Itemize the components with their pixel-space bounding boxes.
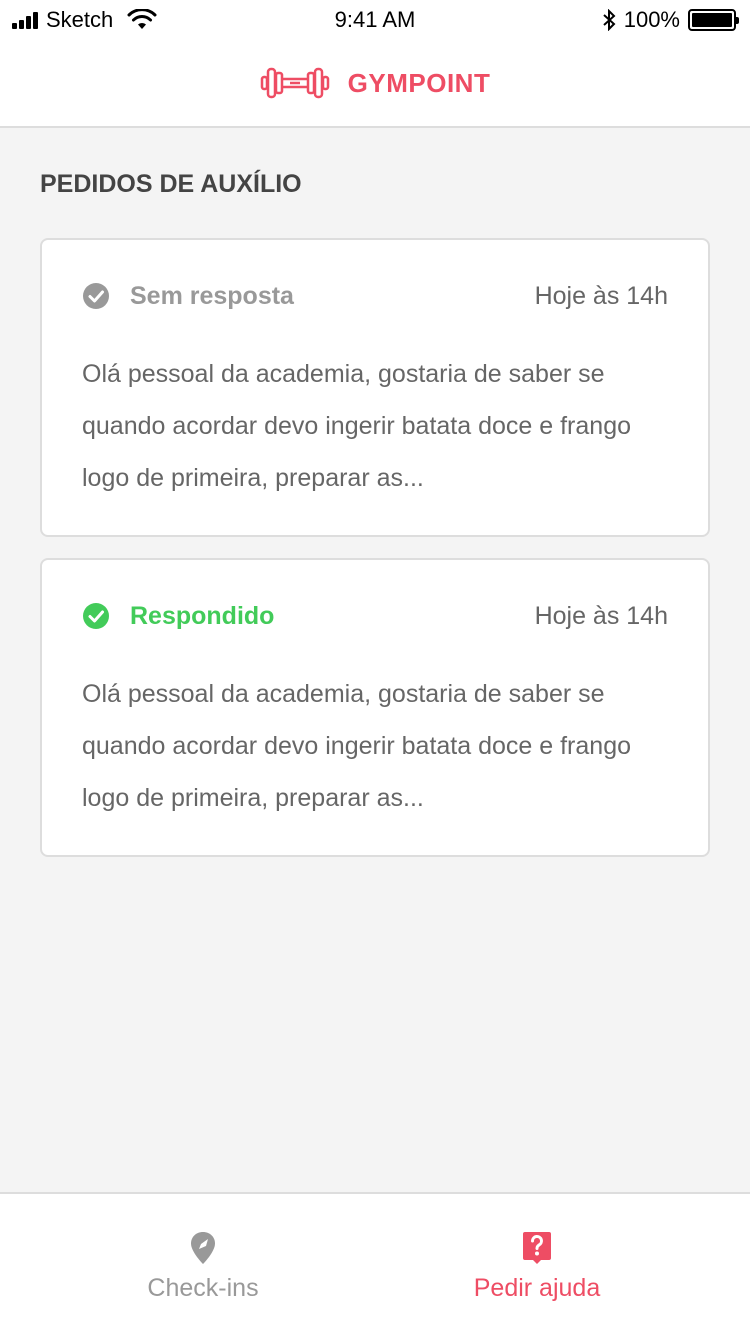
bluetooth-icon xyxy=(603,9,616,31)
check-circle-icon xyxy=(83,283,109,309)
question-preview: Olá pessoal da academia, gostaria de sab… xyxy=(82,680,631,812)
status-bar: Sketch 9:41 AM 100% xyxy=(0,0,750,40)
order-time: Hoje às 14h xyxy=(534,601,668,630)
help-order-card[interactable]: Respondido Hoje às 14h Olá pessoal da ac… xyxy=(40,558,710,857)
help-order-card[interactable]: Sem resposta Hoje às 14h Olá pessoal da … xyxy=(40,238,710,537)
tab-bar: Check-ins Pedir ajuda xyxy=(0,1192,750,1334)
status-right: 100% xyxy=(602,7,739,33)
battery-icon xyxy=(688,9,739,31)
app-header: GYMPOINT xyxy=(0,40,750,128)
question-preview: Olá pessoal da academia, gostaria de sab… xyxy=(82,360,631,492)
logo-text: GYMPOINT xyxy=(347,67,491,98)
page-title: PEDIDOS DE AUXÍLIO xyxy=(40,170,302,198)
map-pin-icon xyxy=(191,1232,215,1264)
tab-label: Check-ins xyxy=(147,1274,259,1302)
tab-help[interactable]: Pedir ajuda xyxy=(362,1194,712,1334)
tab-checkins[interactable]: Check-ins xyxy=(28,1194,378,1334)
check-circle-icon xyxy=(83,603,109,629)
status-label: Respondido xyxy=(130,601,275,630)
dumbbell-icon xyxy=(260,67,329,99)
tab-label: Pedir ajuda xyxy=(473,1274,601,1302)
status-label: Sem resposta xyxy=(130,281,294,310)
card-header: Sem resposta Hoje às 14h xyxy=(82,280,668,312)
card-header: Respondido Hoje às 14h xyxy=(82,600,668,632)
help-speech-bubble-icon xyxy=(523,1232,551,1264)
order-time: Hoje às 14h xyxy=(534,281,668,310)
battery-percentage: 100% xyxy=(623,7,680,32)
